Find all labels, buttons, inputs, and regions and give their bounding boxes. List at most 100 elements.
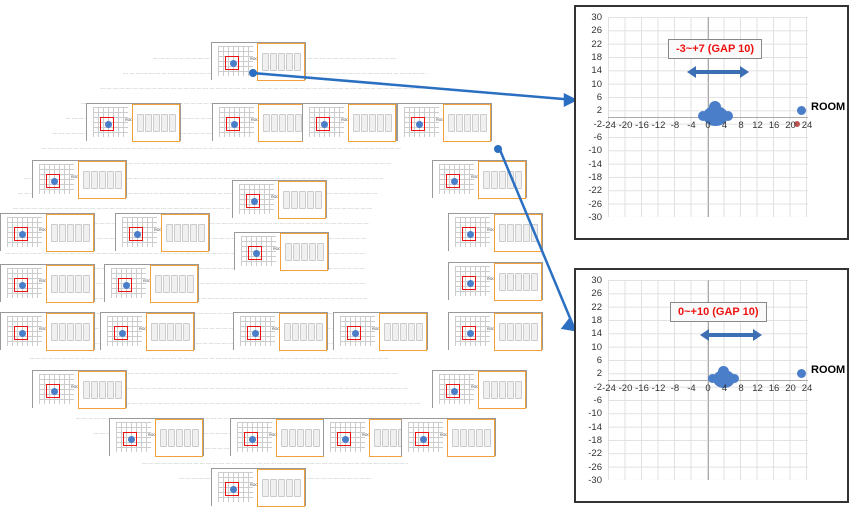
mini-scatter: ROOM	[334, 313, 379, 351]
mini-scatter: ROOM	[213, 104, 258, 142]
wafer-map-panel: ---- ---- ---- ---- ---- ---- ---- ---- …	[0, 0, 560, 513]
mini-cluster	[251, 198, 258, 205]
mini-scatter: ROOM	[402, 419, 447, 457]
mini-scatter: ROOM	[303, 104, 348, 142]
sensor-minichart: ROOM	[32, 370, 127, 408]
mini-cluster	[420, 436, 427, 443]
y-tick-label: 18	[580, 52, 602, 63]
mini-scatter: ROOM	[87, 104, 132, 142]
sensor-minichart: ROOM	[233, 312, 328, 350]
histogram-cells	[348, 104, 396, 142]
mini-scatter: ROOM	[1, 313, 46, 351]
y-tick-label: 26	[580, 288, 602, 299]
sensor-minichart: ROOM	[401, 418, 496, 456]
y-tick-label: 30	[580, 12, 602, 23]
sensor-minichart: ROOM	[397, 103, 492, 141]
mini-cluster	[252, 330, 259, 337]
sensor-minichart: ROOM	[432, 370, 527, 408]
histogram-cells	[278, 181, 326, 219]
detail-chart-bottom: 0~+10 (GAP 10) ROOM 30262218141062-2-6-1…	[574, 268, 849, 503]
mini-scatter: ROOM	[33, 161, 78, 199]
sensor-minichart: ROOM	[234, 232, 329, 270]
histogram-cells	[258, 104, 306, 142]
mini-scatter: ROOM	[234, 313, 279, 351]
sensor-minichart: ROOM	[212, 103, 307, 141]
room-label: ROOM	[811, 364, 845, 376]
histogram-cells	[447, 419, 495, 457]
mini-scatter: ROOM	[116, 214, 161, 252]
mini-cluster	[19, 231, 26, 238]
histogram-cells	[150, 265, 198, 303]
y-tick-label: -10	[580, 408, 602, 419]
y-tick-label: 10	[580, 79, 602, 90]
y-tick-label: 10	[580, 342, 602, 353]
mini-scatter: ROOM	[1, 214, 46, 252]
y-tick-label: 6	[580, 92, 602, 103]
mini-scatter: ROOM	[105, 265, 150, 303]
room-point	[797, 106, 806, 115]
mini-cluster	[467, 280, 474, 287]
histogram-cells	[379, 313, 427, 351]
sensor-minichart: ROOM	[0, 312, 95, 350]
sensor-minichart: ROOM	[32, 160, 127, 198]
range-arrow	[707, 333, 755, 337]
mini-scatter: ROOM	[449, 263, 494, 301]
histogram-cells	[78, 161, 126, 199]
mini-cluster	[105, 121, 112, 128]
histogram-cells	[478, 371, 526, 409]
sensor-minichart: ROOM	[115, 213, 210, 251]
sensor-minichart: ROOM	[448, 312, 543, 350]
mini-scatter: ROOM	[212, 469, 257, 507]
mini-cluster	[119, 330, 126, 337]
mini-scatter: ROOM	[233, 181, 278, 219]
sensor-minichart: ROOM	[333, 312, 428, 350]
mini-cluster	[249, 436, 256, 443]
sensor-minichart: ROOM	[448, 213, 543, 251]
bg-dash-row: ---- ---- ---- ---- ---- ---- ---- ---- …	[29, 355, 521, 360]
mini-cluster	[253, 250, 260, 257]
bg-dash-row: ---- ---- ---- ---- ---- ---- ---- ---- …	[41, 145, 509, 150]
range-arrow	[694, 70, 742, 74]
mini-scatter: ROOM	[33, 371, 78, 409]
mini-cluster	[342, 436, 349, 443]
histogram-cells	[280, 233, 328, 271]
x-tick-label: 24	[797, 120, 817, 131]
sensor-minichart: ROOM	[211, 468, 306, 506]
mini-cluster	[321, 121, 328, 128]
mini-cluster	[134, 231, 141, 238]
sensor-minichart: ROOM	[448, 262, 543, 300]
histogram-cells	[132, 104, 180, 142]
histogram-cells	[494, 313, 542, 351]
histogram-cells	[494, 263, 542, 301]
mini-scatter: ROOM	[110, 419, 155, 457]
mini-scatter: ROOM	[101, 313, 146, 351]
bg-dash-row: ---- ---- ---- ---- ---- ---- ---- ---- …	[100, 85, 450, 90]
y-tick-label: -14	[580, 422, 602, 433]
sensor-minichart: ROOM	[232, 180, 327, 218]
y-tick-label: 22	[580, 39, 602, 50]
sensor-minichart: ROOM	[211, 42, 306, 80]
histogram-cells	[46, 265, 94, 303]
sensor-minichart: ROOM	[432, 160, 527, 198]
mini-scatter: ROOM	[449, 214, 494, 252]
y-tick-label: 30	[580, 275, 602, 286]
y-tick-label: 6	[580, 355, 602, 366]
histogram-cells	[78, 371, 126, 409]
y-tick-label: -18	[580, 435, 602, 446]
y-tick-label: -30	[580, 212, 602, 223]
y-tick-label: -26	[580, 199, 602, 210]
mini-scatter: ROOM	[433, 161, 478, 199]
histogram-cells	[443, 104, 491, 142]
mini-cluster	[230, 486, 237, 493]
sensor-minichart: ROOM	[302, 103, 397, 141]
mini-cluster	[416, 121, 423, 128]
mini-cluster	[19, 282, 26, 289]
y-tick-label: 14	[580, 328, 602, 339]
sensor-minichart: ROOM	[86, 103, 181, 141]
y-tick-label: 2	[580, 105, 602, 116]
y-tick-label: 14	[580, 65, 602, 76]
sensor-minichart: ROOM	[104, 264, 199, 302]
mini-cluster	[123, 282, 130, 289]
y-tick-label: -22	[580, 448, 602, 459]
mini-cluster	[51, 178, 58, 185]
